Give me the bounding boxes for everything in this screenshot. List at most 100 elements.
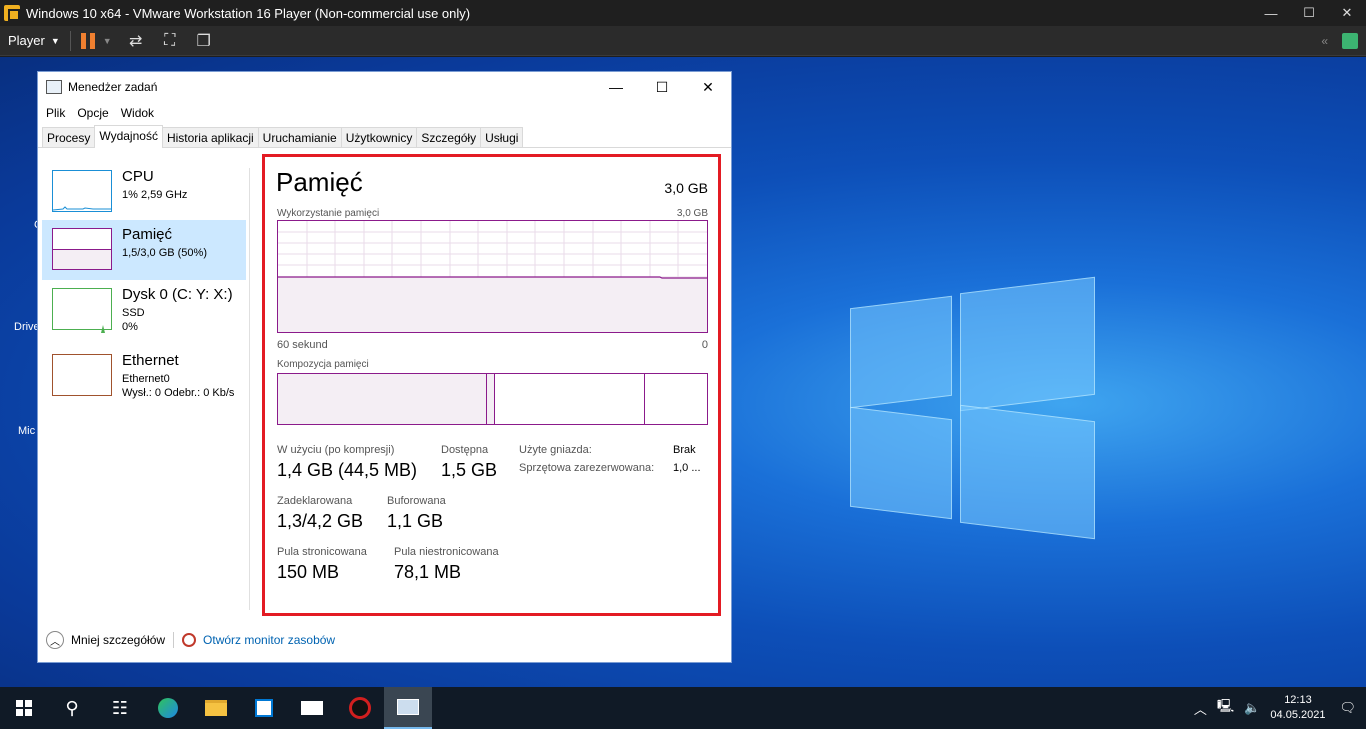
ethernet-thumbnail bbox=[52, 354, 112, 396]
app-red-icon[interactable] bbox=[336, 687, 384, 729]
tab-uzytkownicy[interactable]: Użytkownicy bbox=[340, 127, 418, 147]
vmware-titlebar: Windows 10 x64 - VMware Workstation 16 P… bbox=[0, 0, 1366, 26]
fullscreen-icon[interactable]: ⛶ bbox=[160, 32, 180, 50]
stat-value: 1,5 GB bbox=[441, 460, 498, 480]
windows-logo-pane bbox=[850, 295, 952, 409]
perf-item-ethernet[interactable]: Ethernet Ethernet0 Wysł.: 0 Odebr.: 0 Kb… bbox=[42, 346, 246, 406]
memory-composition-bar bbox=[277, 373, 708, 425]
unity-icon[interactable]: ❐ bbox=[194, 31, 214, 51]
memory-detail-panel: Pamięć 3,0 GB Wykorzystanie pamięci 3,0 … bbox=[262, 154, 721, 616]
composition-label: Kompozycja pamięci bbox=[277, 359, 369, 370]
task-manager-taskbar-icon[interactable] bbox=[384, 687, 432, 729]
desktop-icon-label[interactable]: Mic bbox=[18, 425, 35, 437]
composition-in-use bbox=[278, 374, 486, 424]
fewer-details-button[interactable]: Mniej szczegółów bbox=[71, 633, 165, 647]
chevron-down-icon[interactable]: ▼ bbox=[103, 36, 112, 46]
pause-icon[interactable] bbox=[80, 32, 95, 49]
tab-uruchamianie[interactable]: Uruchamianie bbox=[257, 127, 342, 147]
close-icon[interactable]: ✕ bbox=[685, 72, 731, 102]
slots-label: Użyte gniazda: bbox=[519, 444, 592, 456]
stat-available: Dostępna 1,5 GB bbox=[441, 444, 497, 481]
mail-icon[interactable] bbox=[288, 687, 336, 729]
minimize-icon[interactable]: — bbox=[1252, 0, 1290, 26]
perf-item-label: Dysk 0 (C: Y: X:) bbox=[122, 286, 233, 303]
windows-logo-pane bbox=[960, 276, 1095, 412]
usage-graph-max: 3,0 GB bbox=[676, 208, 708, 219]
stat-value: 1,4 GB (44,5 MB) bbox=[277, 460, 418, 480]
edge-icon[interactable] bbox=[144, 687, 192, 729]
system-tray: ︿ 🖳 🔈 12:13 04.05.2021 🗨 bbox=[1194, 687, 1366, 729]
vmware-window-title: Windows 10 x64 - VMware Workstation 16 P… bbox=[26, 5, 471, 21]
time-axis-left: 60 sekund bbox=[277, 339, 328, 351]
usage-graph-label: Wykorzystanie pamięci bbox=[277, 208, 380, 219]
disk-thumbnail bbox=[52, 288, 112, 333]
windows-logo-pane bbox=[960, 404, 1095, 540]
menu-opcje[interactable]: Opcje bbox=[73, 106, 112, 120]
chevron-up-icon[interactable]: ︿ bbox=[1194, 699, 1207, 718]
perf-item-memory[interactable]: Pamięć 1,5/3,0 GB (50%) bbox=[42, 220, 246, 280]
list-splitter[interactable] bbox=[249, 168, 250, 610]
clock[interactable]: 12:13 04.05.2021 bbox=[1270, 693, 1325, 723]
notifications-icon[interactable]: 🗨 bbox=[1339, 700, 1356, 716]
task-manager-footer: ︿ Mniej szczegółów Otwórz monitor zasobó… bbox=[46, 628, 335, 652]
task-view-icon[interactable]: ☷ bbox=[96, 687, 144, 729]
menu-widok[interactable]: Widok bbox=[117, 106, 158, 120]
minimize-icon[interactable]: — bbox=[593, 72, 639, 102]
disk-mini-graph bbox=[101, 325, 105, 333]
vmware-logo-icon bbox=[4, 5, 20, 21]
perf-item-label: CPU bbox=[122, 168, 154, 185]
tab-uslugi[interactable]: Usługi bbox=[480, 127, 524, 147]
stat-label: Pula niestronicowana bbox=[394, 546, 499, 558]
stat-paged-pool: Pula stronicowana 150 MB bbox=[277, 546, 367, 583]
stat-value: 1,1 GB bbox=[387, 511, 444, 531]
taskbar: ⚲ ☷ ︿ 🖳 🔈 12:13 04.05.2021 🗨 bbox=[0, 687, 1366, 729]
maximize-icon[interactable]: ☐ bbox=[639, 72, 685, 102]
start-button[interactable] bbox=[0, 687, 48, 729]
stat-label: Dostępna bbox=[441, 444, 489, 456]
desktop-icon-label[interactable]: Drive bbox=[14, 321, 40, 333]
notes-icon[interactable] bbox=[1342, 33, 1358, 49]
task-manager-window: Menedżer zadań — ☐ ✕ Plik Opcje Widok Pr… bbox=[37, 71, 732, 663]
windows-logo-pane bbox=[850, 406, 952, 520]
store-icon[interactable] bbox=[240, 687, 288, 729]
send-ctrl-alt-del-icon[interactable]: ⇄ bbox=[126, 31, 146, 51]
toolbar-divider bbox=[69, 30, 71, 51]
tab-procesy[interactable]: Procesy bbox=[42, 127, 96, 147]
collapse-icon[interactable]: « bbox=[1321, 34, 1328, 48]
search-icon[interactable]: ⚲ bbox=[48, 687, 96, 729]
stat-value: 150 MB bbox=[277, 562, 340, 582]
windows-start-icon bbox=[16, 700, 32, 716]
player-menu-button[interactable]: Player ▼ bbox=[8, 33, 60, 48]
tab-wydajnosc[interactable]: Wydajność bbox=[94, 125, 163, 148]
memory-usage-graph-svg bbox=[278, 221, 707, 332]
perf-item-sub: 1,5/3,0 GB (50%) bbox=[122, 247, 207, 259]
perf-item-disk[interactable]: Dysk 0 (C: Y: X:) SSD 0% bbox=[42, 280, 246, 340]
perf-item-cpu[interactable]: CPU 1% 2,59 GHz bbox=[42, 162, 246, 222]
file-explorer-icon[interactable] bbox=[192, 687, 240, 729]
volume-icon[interactable]: 🔈 bbox=[1244, 700, 1260, 716]
stat-value: 1,3/4,2 GB bbox=[277, 511, 364, 531]
tab-szczegoly[interactable]: Szczegóły bbox=[416, 127, 482, 147]
tab-historia-aplikacji[interactable]: Historia aplikacji bbox=[161, 127, 259, 147]
time-axis-right: 0 bbox=[701, 339, 708, 351]
tab-strip: Procesy Wydajność Historia aplikacji Uru… bbox=[38, 124, 731, 148]
footer-divider bbox=[173, 632, 175, 648]
performance-list: CPU 1% 2,59 GHz Pamięć 1,5/3,0 GB (50%) … bbox=[42, 162, 246, 612]
composition-standby bbox=[495, 374, 645, 424]
perf-item-label: Ethernet bbox=[122, 352, 179, 369]
composition-modified bbox=[486, 374, 495, 424]
maximize-icon[interactable]: ☐ bbox=[1290, 0, 1328, 26]
stat-label: Zadeklarowana bbox=[277, 495, 353, 507]
menu-plik[interactable]: Plik bbox=[42, 106, 69, 120]
memory-usage-graph bbox=[277, 220, 708, 333]
memory-thumbnail-fill bbox=[53, 249, 111, 269]
perf-item-label: Pamięć bbox=[122, 226, 173, 243]
network-icon[interactable]: 🖳 bbox=[1217, 697, 1234, 719]
stat-cached: Buforowana 1,1 GB bbox=[387, 495, 446, 532]
chevron-up-icon[interactable]: ︿ bbox=[46, 631, 64, 649]
open-resource-monitor-link[interactable]: Otwórz monitor zasobów bbox=[203, 633, 335, 647]
stat-label: Buforowana bbox=[387, 495, 446, 507]
resource-monitor-icon bbox=[182, 633, 197, 647]
stat-label: Pula stronicowana bbox=[277, 546, 367, 558]
close-icon[interactable]: ✕ bbox=[1328, 0, 1366, 26]
